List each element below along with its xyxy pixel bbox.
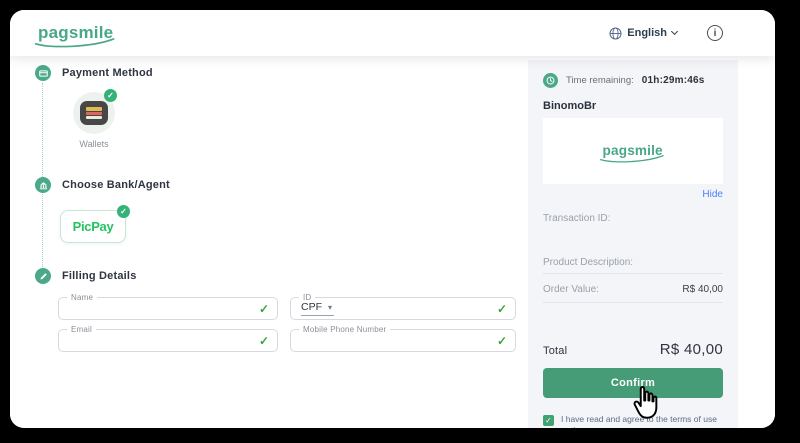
- hide-link[interactable]: Hide: [543, 189, 723, 200]
- step3-title: Filling Details: [62, 270, 137, 282]
- time-remaining-value: 01h:29m:46s: [642, 75, 705, 86]
- checkout-window: pagsmile English i Payment: [10, 10, 775, 428]
- order-value-amount: R$ 40,00: [682, 284, 723, 295]
- name-input[interactable]: [67, 300, 220, 317]
- email-field[interactable]: Email ✓: [58, 329, 278, 352]
- step2-bank-icon: [35, 177, 51, 193]
- timer-row: Time remaining: 01h:29m:46s: [543, 73, 723, 88]
- bank-option-picpay[interactable]: PicPay ✓: [60, 210, 126, 243]
- email-input[interactable]: [67, 332, 220, 349]
- clock-icon: [543, 73, 558, 88]
- order-summary-panel: Time remaining: 01h:29m:46s BinomoBr pag…: [528, 60, 738, 428]
- merchant-logo: pagsmile: [603, 143, 663, 159]
- pagsmile-logo: pagsmile: [38, 23, 113, 43]
- header-actions: English i: [609, 25, 723, 41]
- terms-checkbox[interactable]: ✓: [543, 415, 554, 426]
- chevron-down-icon: [671, 28, 678, 35]
- total-label: Total: [543, 345, 567, 357]
- step1-title: Payment Method: [62, 67, 153, 79]
- time-remaining-label: Time remaining:: [566, 75, 634, 86]
- filling-details-form: Name ✓ ID CPF ▾ ✓ Email ✓ Mobile Phone N…: [58, 297, 516, 352]
- wallets-selected-check-icon: ✓: [104, 89, 117, 102]
- phone-input[interactable]: [299, 332, 456, 349]
- language-selector[interactable]: English: [609, 27, 677, 40]
- terms-row: ✓ I have read and agree to the terms of …: [543, 414, 723, 428]
- divider: [543, 273, 723, 274]
- order-value-label: Order Value:: [543, 284, 599, 295]
- id-field[interactable]: ID CPF ▾ ✓: [290, 297, 516, 320]
- logo-swoosh-icon: [34, 38, 115, 48]
- content: Payment Method ✓ Wallets Choose Bank/Age…: [10, 56, 775, 428]
- id-type-select[interactable]: CPF ▾: [301, 301, 334, 316]
- info-icon[interactable]: i: [707, 25, 723, 41]
- globe-icon: [609, 27, 622, 40]
- id-type-value: CPF: [301, 301, 322, 313]
- picpay-selected-check-icon: ✓: [117, 205, 130, 218]
- name-field[interactable]: Name ✓: [58, 297, 278, 320]
- email-valid-check-icon: ✓: [259, 334, 269, 348]
- step1-card-icon: [35, 65, 51, 81]
- divider: [543, 302, 723, 303]
- product-description-label: Product Description:: [543, 257, 723, 268]
- transaction-id-label: Transaction ID:: [543, 213, 723, 224]
- confirm-button[interactable]: Confirm: [543, 368, 723, 398]
- terms-text: I have read and agree to the terms of us…: [561, 414, 723, 428]
- id-valid-check-icon: ✓: [497, 302, 507, 316]
- language-label: English: [627, 27, 667, 39]
- step-connector-line: [42, 83, 43, 267]
- total-row: Total R$ 40,00: [543, 341, 723, 358]
- picpay-logo: PicPay: [73, 219, 114, 234]
- select-caret-icon: ▾: [328, 303, 332, 312]
- merchant-name: BinomoBr: [543, 100, 723, 112]
- phone-valid-check-icon: ✓: [497, 334, 507, 348]
- total-amount: R$ 40,00: [660, 341, 723, 358]
- payment-method-wallets[interactable]: ✓ Wallets: [70, 92, 118, 149]
- phone-field[interactable]: Mobile Phone Number ✓: [290, 329, 516, 352]
- step3-pencil-icon: [35, 268, 51, 284]
- order-value-row: Order Value: R$ 40,00: [543, 284, 723, 295]
- header: pagsmile English i: [10, 10, 775, 56]
- name-valid-check-icon: ✓: [259, 302, 269, 316]
- wallets-label: Wallets: [70, 139, 118, 149]
- wallet-icon: ✓: [73, 92, 115, 134]
- step2-title: Choose Bank/Agent: [62, 179, 170, 191]
- merchant-logo-swoosh-icon: [600, 155, 665, 163]
- merchant-logo-box: pagsmile: [543, 118, 723, 184]
